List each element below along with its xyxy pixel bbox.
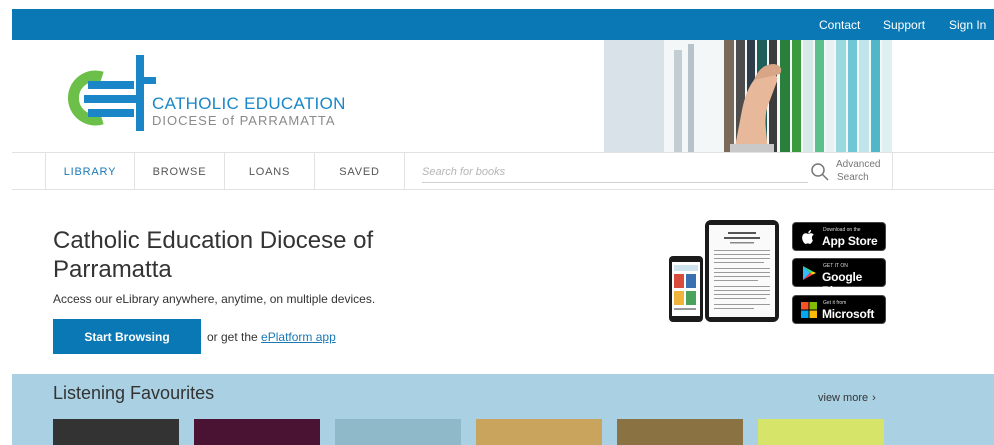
eplatform-app-link[interactable]: ePlatform app (261, 330, 336, 344)
apple-icon (801, 229, 817, 245)
logo-line-2: DIOCESE of PARRAMATTA (152, 113, 336, 128)
app-store-badge[interactable]: Download on the App Store (792, 222, 886, 251)
book-cover[interactable] (758, 419, 884, 445)
contact-link[interactable]: Contact (819, 18, 860, 32)
book-cover[interactable] (476, 419, 602, 445)
book-cover[interactable] (194, 419, 320, 445)
cedp-logo[interactable]: CATHOLIC EDUCATION DIOCESE of PARRAMATTA (56, 50, 356, 135)
book-cover[interactable] (617, 419, 743, 445)
google-play-big-text: Google Play (822, 270, 863, 298)
app-store-small-text: Download on the (823, 227, 861, 233)
google-play-icon (801, 265, 817, 281)
view-more-link[interactable]: view more › (818, 392, 876, 404)
listening-favourites-section: Listening Favourites view more › (12, 374, 994, 445)
advanced-search-line-2: Search (837, 172, 869, 183)
chevron-right-icon: › (872, 392, 876, 404)
support-link[interactable]: Support (883, 18, 925, 32)
page-title: Catholic Education Diocese of Parramatta (53, 227, 374, 283)
tab-library[interactable]: LIBRARY (45, 153, 135, 190)
microsoft-badge[interactable]: Get it from Microsoft (792, 295, 886, 324)
top-utility-bar: Contact Support Sign In (12, 9, 994, 40)
search-icon[interactable] (810, 162, 830, 182)
app-prompt-text: or get the (207, 330, 262, 344)
sign-in-link[interactable]: Sign In (949, 18, 986, 32)
hero-bookshelf-image (604, 40, 892, 152)
cedp-logo-mark (67, 55, 156, 131)
search-input[interactable] (422, 161, 808, 183)
main-navbar: LIBRARY BROWSE LOANS SAVED Advanced Sear… (12, 152, 994, 190)
tab-browse[interactable]: BROWSE (135, 153, 225, 190)
book-cover[interactable] (335, 419, 461, 445)
microsoft-icon (801, 302, 817, 318)
view-more-label: view more (818, 392, 869, 404)
app-prompt: or get the ePlatform app (207, 330, 336, 344)
advanced-search-link[interactable]: Advanced Search (836, 158, 880, 184)
logo-line-1: CATHOLIC EDUCATION (152, 94, 346, 113)
devices-illustration (668, 218, 784, 324)
start-browsing-button[interactable]: Start Browsing (53, 319, 201, 354)
advanced-search-line-1: Advanced (836, 159, 881, 170)
microsoft-small-text: Get it from (823, 300, 847, 306)
app-store-big-text: App Store (822, 234, 878, 248)
google-play-small-text: GET IT ON (823, 263, 848, 269)
google-play-badge[interactable]: GET IT ON Google Play (792, 258, 886, 298)
book-cover[interactable] (53, 419, 179, 445)
section-title: Listening Favourites (53, 383, 215, 403)
tab-saved[interactable]: SAVED (315, 153, 405, 190)
tab-loans[interactable]: LOANS (225, 153, 315, 190)
site-header: CATHOLIC EDUCATION DIOCESE of PARRAMATTA (12, 40, 994, 152)
tagline: Access our eLibrary anywhere, anytime, o… (53, 292, 376, 306)
microsoft-big-text: Microsoft (822, 307, 875, 321)
nav-divider (892, 153, 893, 190)
